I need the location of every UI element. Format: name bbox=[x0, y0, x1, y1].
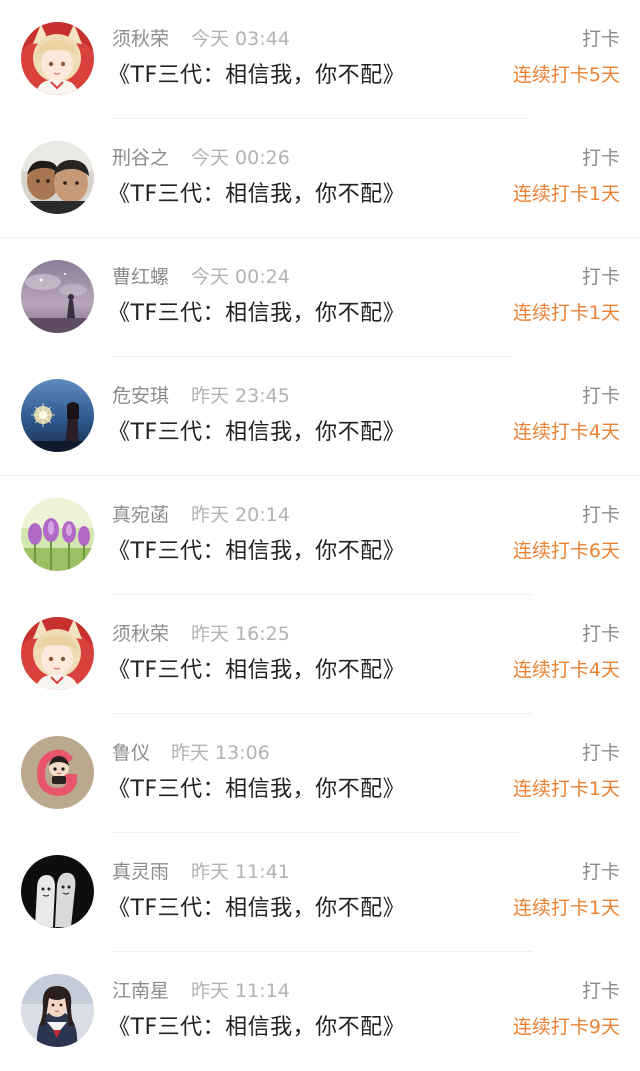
streak-count: 连续打卡4天 bbox=[512, 421, 620, 443]
streak-count: 连续打卡9天 bbox=[512, 1016, 620, 1038]
streak-count: 连续打卡4天 bbox=[512, 659, 620, 681]
checkin-label: 打卡 bbox=[581, 980, 620, 1002]
book-title[interactable]: 《TF三代：相信我，你不配》 bbox=[108, 60, 405, 92]
list-item[interactable]: 曹红螺 今天 00:24 《TF三代：相信我，你不配》 打卡 连续打卡1天 bbox=[0, 238, 640, 357]
checkin-label: 打卡 bbox=[581, 504, 620, 526]
list-item[interactable]: 真灵雨 昨天 11:41 《TF三代：相信我，你不配》 打卡 连续打卡1天 bbox=[0, 833, 640, 952]
user-name[interactable]: 刑谷之 bbox=[112, 144, 169, 172]
purple-sky-girl-icon[interactable] bbox=[21, 260, 94, 333]
timestamp: 昨天 23:45 bbox=[191, 385, 290, 407]
streak-count: 连续打卡6天 bbox=[512, 540, 620, 562]
timestamp: 昨天 13:06 bbox=[171, 742, 270, 764]
streak-count: 连续打卡1天 bbox=[512, 778, 620, 800]
list-item[interactable]: 江南星 昨天 11:14 《TF三代：相信我，你不配》 打卡 连续打卡9天 bbox=[0, 952, 640, 1071]
list-item[interactable]: 刑谷之 今天 00:26 《TF三代：相信我，你不配》 打卡 连续打卡1天 bbox=[0, 119, 640, 238]
anime-girl-fox-ears-icon[interactable] bbox=[21, 617, 94, 690]
checkin-label: 打卡 bbox=[581, 623, 620, 645]
checkin-label: 打卡 bbox=[581, 147, 620, 169]
streak-count: 连续打卡1天 bbox=[512, 897, 620, 919]
book-title[interactable]: 《TF三代：相信我，你不配》 bbox=[108, 179, 405, 211]
timestamp: 昨天 11:41 bbox=[191, 861, 290, 883]
list-item[interactable]: 危安琪 昨天 23:45 《TF三代：相信我，你不配》 打卡 连续打卡4天 bbox=[0, 357, 640, 476]
checkin-label: 打卡 bbox=[581, 28, 620, 50]
user-name[interactable]: 危安琪 bbox=[112, 382, 169, 410]
sailor-uniform-girl-icon[interactable] bbox=[21, 974, 94, 1047]
list-item[interactable]: 鲁仪 昨天 13:06 《TF三代：相信我，你不配》 打卡 连续打卡1天 bbox=[0, 714, 640, 833]
anime-girl-fox-ears-icon[interactable] bbox=[21, 22, 94, 95]
user-name[interactable]: 须秋荣 bbox=[112, 620, 169, 648]
book-title[interactable]: 《TF三代：相信我，你不配》 bbox=[108, 536, 405, 568]
list-item[interactable]: 真宛菡 昨天 20:14 《TF三代：相信我，你不配》 打卡 连续打卡6天 bbox=[0, 476, 640, 595]
timestamp: 今天 00:26 bbox=[191, 147, 290, 169]
checkin-label: 打卡 bbox=[581, 861, 620, 883]
user-name[interactable]: 曹红螺 bbox=[112, 263, 169, 291]
streak-count: 连续打卡1天 bbox=[512, 302, 620, 324]
book-title[interactable]: 《TF三代：相信我，你不配》 bbox=[108, 774, 405, 806]
user-name[interactable]: 江南星 bbox=[112, 977, 169, 1005]
timestamp: 昨天 16:25 bbox=[191, 623, 290, 645]
user-name[interactable]: 须秋荣 bbox=[112, 25, 169, 53]
timestamp: 今天 00:24 bbox=[191, 266, 290, 288]
list-item[interactable]: 须秋荣 昨天 16:25 《TF三代：相信我，你不配》 打卡 连续打卡4天 bbox=[0, 595, 640, 714]
streak-count: 连续打卡5天 bbox=[512, 64, 620, 86]
sparkler-night-girl-icon[interactable] bbox=[21, 379, 94, 452]
book-title[interactable]: 《TF三代：相信我，你不配》 bbox=[108, 417, 405, 449]
letter-g-cartoon-icon[interactable] bbox=[21, 736, 94, 809]
book-title[interactable]: 《TF三代：相信我，你不配》 bbox=[108, 893, 405, 925]
user-name[interactable]: 鲁仪 bbox=[112, 739, 150, 767]
book-title[interactable]: 《TF三代：相信我，你不配》 bbox=[108, 298, 405, 330]
user-name[interactable]: 真宛菡 bbox=[112, 501, 169, 529]
purple-flowers-icon[interactable] bbox=[21, 498, 94, 571]
checkin-label: 打卡 bbox=[581, 742, 620, 764]
two-boys-photo-icon[interactable] bbox=[21, 141, 94, 214]
timestamp: 今天 03:44 bbox=[191, 28, 290, 50]
checkin-label: 打卡 bbox=[581, 266, 620, 288]
finger-faces-icon[interactable] bbox=[21, 855, 94, 928]
checkin-label: 打卡 bbox=[581, 385, 620, 407]
user-name[interactable]: 真灵雨 bbox=[112, 858, 169, 886]
book-title[interactable]: 《TF三代：相信我，你不配》 bbox=[108, 655, 405, 687]
timestamp: 昨天 20:14 bbox=[191, 504, 290, 526]
streak-count: 连续打卡1天 bbox=[512, 183, 620, 205]
list-item[interactable]: 须秋荣 今天 03:44 《TF三代：相信我，你不配》 打卡 连续打卡5天 bbox=[0, 0, 640, 119]
book-title[interactable]: 《TF三代：相信我，你不配》 bbox=[108, 1012, 405, 1044]
timestamp: 昨天 11:14 bbox=[191, 980, 290, 1002]
